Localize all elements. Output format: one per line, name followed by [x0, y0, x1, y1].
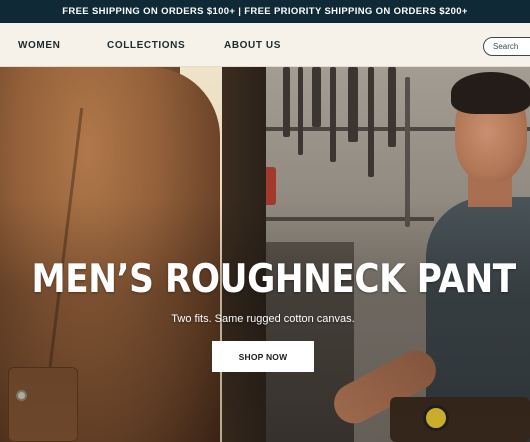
search-input[interactable] — [493, 42, 530, 51]
hero-title: MEN’S ROUGHNECK PANT — [31, 257, 517, 302]
nav-item-about-us[interactable]: ABOUT US — [224, 40, 281, 51]
promo-banner: FREE SHIPPING ON ORDERS $100+ | FREE PRI… — [0, 0, 530, 23]
hero-subtitle: Two fits. Same rugged cotton canvas. — [171, 313, 355, 325]
hero-overlay — [0, 67, 530, 442]
main-nav: WOMEN COLLECTIONS ABOUT US — [0, 23, 530, 67]
hero-banner: MEN’S ROUGHNECK PANT Two fits. Same rugg… — [0, 67, 530, 442]
nav-item-women[interactable]: WOMEN — [18, 40, 60, 51]
nav-item-collections[interactable]: COLLECTIONS — [107, 40, 185, 51]
shop-now-button[interactable]: SHOP NOW — [212, 341, 314, 372]
search-box[interactable] — [483, 37, 530, 56]
promo-text: FREE SHIPPING ON ORDERS $100+ | FREE PRI… — [62, 6, 468, 17]
